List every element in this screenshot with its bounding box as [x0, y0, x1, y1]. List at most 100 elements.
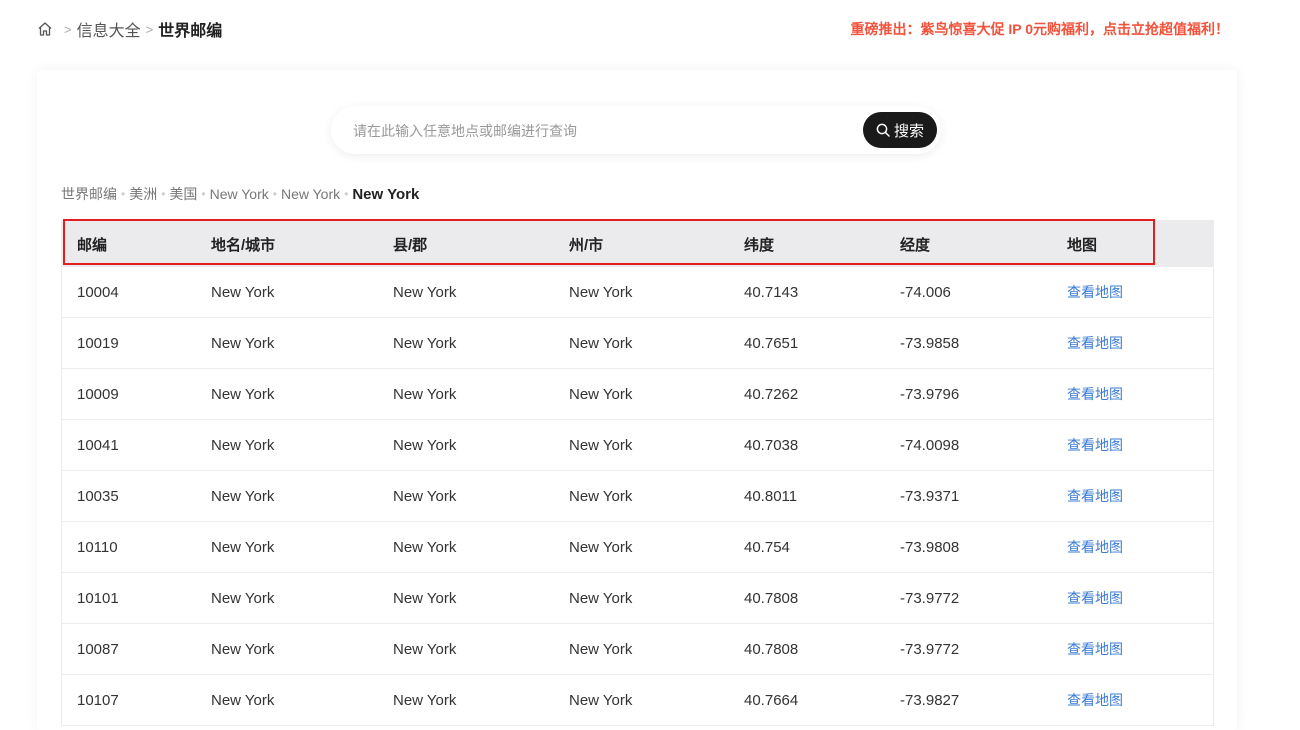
postcode-cell: 10019 — [77, 334, 119, 352]
chevron-right-icon: > — [145, 21, 154, 37]
postcode-cell: 10041 — [77, 436, 119, 454]
state-cell: New York — [569, 385, 633, 403]
longitude-cell: -73.9827 — [900, 691, 960, 709]
search-bar: 搜索 — [331, 106, 941, 154]
view-map-link[interactable]: 查看地图 — [1067, 690, 1123, 710]
table-row: 10087 New York New York New York 40.7808 -73.… — [62, 624, 1213, 675]
separator-dot: • — [161, 187, 166, 201]
county-cell: New York — [393, 334, 457, 352]
view-map-link[interactable]: 查看地图 — [1067, 282, 1123, 302]
location-crumb-state[interactable]: New York — [210, 186, 269, 202]
county-cell: New York — [393, 538, 457, 556]
table-row: 10110 New York New York New York 40.754 -73.9… — [62, 522, 1213, 573]
county-cell: New York — [393, 691, 457, 709]
location-breadcrumb: 世界邮编 • 美洲 • 美国 • New York • New York • N… — [61, 184, 419, 204]
table-row: 10107 New York New York New York 40.7664 -73.… — [62, 675, 1213, 726]
header-state: 州/市 — [569, 236, 604, 254]
city-cell: New York — [211, 436, 275, 454]
postcode-cell: 10004 — [77, 283, 119, 301]
city-cell: New York — [211, 691, 275, 709]
latitude-cell: 40.754 — [744, 538, 790, 556]
city-cell: New York — [211, 283, 275, 301]
chevron-right-icon: > — [64, 21, 72, 37]
header-postcode: 邮编 — [77, 236, 108, 254]
table-row: 10101 New York New York New York 40.7808 -73.… — [62, 573, 1213, 624]
city-cell: New York — [211, 385, 275, 403]
search-button[interactable]: 搜索 — [863, 112, 937, 148]
postcode-cell: 10107 — [77, 691, 119, 709]
longitude-cell: -73.9796 — [900, 385, 960, 403]
separator-dot: • — [344, 187, 349, 201]
view-map-link[interactable]: 查看地图 — [1067, 639, 1123, 659]
search-icon — [876, 123, 890, 137]
header-county: 县/郡 — [393, 236, 428, 254]
latitude-cell: 40.8011 — [744, 487, 798, 505]
county-cell: New York — [393, 640, 457, 658]
view-map-link[interactable]: 查看地图 — [1067, 333, 1123, 353]
breadcrumb-current: 世界邮编 — [158, 23, 223, 40]
location-crumb-continent[interactable]: 美洲 — [129, 184, 157, 204]
header-city: 地名/城市 — [211, 236, 276, 254]
breadcrumb-item-info[interactable]: 信息大全 — [77, 17, 141, 41]
postcode-table: 邮编 地名/城市 县/郡 州/市 纬度 经度 地图 10004 New York N… — [61, 219, 1214, 726]
state-cell: New York — [569, 538, 633, 556]
postcode-cell: 10110 — [77, 538, 118, 556]
table-row: 10009 New York New York New York 40.7262 -73.… — [62, 369, 1213, 420]
location-crumb-current: New York — [352, 185, 420, 203]
top-bar: > 信息大全 > 世界邮编 重磅推出：紫鸟惊喜大促 IP 0元购福利，点击立抢超… — [0, 0, 1300, 56]
latitude-cell: 40.7038 — [744, 436, 799, 454]
search-input[interactable] — [351, 114, 855, 148]
city-cell: New York — [211, 640, 275, 658]
longitude-cell: -73.9808 — [900, 538, 960, 556]
state-cell: New York — [569, 283, 633, 301]
location-crumb-county[interactable]: New York — [281, 186, 340, 202]
county-cell: New York — [393, 385, 457, 403]
state-cell: New York — [569, 487, 633, 505]
county-cell: New York — [393, 589, 457, 607]
header-latitude: 纬度 — [744, 236, 775, 254]
separator-dot: • — [121, 187, 126, 201]
city-cell: New York — [211, 538, 275, 556]
latitude-cell: 40.7808 — [744, 589, 799, 607]
state-cell: New York — [569, 436, 633, 454]
header-longitude: 经度 — [900, 236, 931, 254]
state-cell: New York — [569, 691, 633, 709]
promo-link[interactable]: 重磅推出：紫鸟惊喜大促 IP 0元购福利，点击立抢超值福利！ — [850, 19, 1229, 39]
view-map-link[interactable]: 查看地图 — [1067, 588, 1123, 608]
state-cell: New York — [569, 589, 633, 607]
location-crumb-country[interactable]: 美国 — [169, 184, 197, 204]
view-map-link[interactable]: 查看地图 — [1067, 537, 1123, 557]
location-crumb-world[interactable]: 世界邮编 — [61, 184, 117, 204]
postcode-cell: 10101 — [77, 589, 119, 607]
search-button-label: 搜索 — [893, 122, 924, 140]
header-map: 地图 — [1067, 236, 1098, 254]
table-header: 邮编 地名/城市 县/郡 州/市 纬度 经度 地图 — [62, 219, 1213, 267]
table-row: 10041 New York New York New York 40.7038 -74.… — [62, 420, 1213, 471]
state-cell: New York — [569, 334, 633, 352]
city-cell: New York — [211, 334, 275, 352]
separator-dot: • — [272, 187, 277, 201]
latitude-cell: 40.7651 — [744, 334, 799, 352]
county-cell: New York — [393, 487, 457, 505]
city-cell: New York — [211, 589, 275, 607]
longitude-cell: -73.9772 — [900, 589, 960, 607]
separator-dot: • — [201, 187, 206, 201]
latitude-cell: 40.7262 — [744, 385, 799, 403]
view-map-link[interactable]: 查看地图 — [1067, 384, 1123, 404]
table-row: 10035 New York New York New York 40.8011 -73.… — [62, 471, 1213, 522]
county-cell: New York — [393, 283, 457, 301]
home-icon[interactable] — [37, 21, 53, 37]
view-map-link[interactable]: 查看地图 — [1067, 435, 1123, 455]
postcode-cell: 10009 — [77, 385, 119, 403]
table-row: 10019 New York New York New York 40.7651 -73.… — [62, 318, 1213, 369]
main-card: 搜索 世界邮编 • 美洲 • 美国 • New York • New York … — [37, 70, 1237, 730]
longitude-cell: -73.9772 — [900, 640, 960, 658]
county-cell: New York — [393, 436, 457, 454]
longitude-cell: -73.9858 — [900, 334, 960, 352]
view-map-link[interactable]: 查看地图 — [1067, 486, 1123, 506]
state-cell: New York — [569, 640, 633, 658]
breadcrumb: > 信息大全 > 世界邮编 — [37, 17, 222, 41]
latitude-cell: 40.7808 — [744, 640, 799, 658]
longitude-cell: -74.0098 — [900, 436, 960, 454]
postcode-cell: 10035 — [77, 487, 119, 505]
